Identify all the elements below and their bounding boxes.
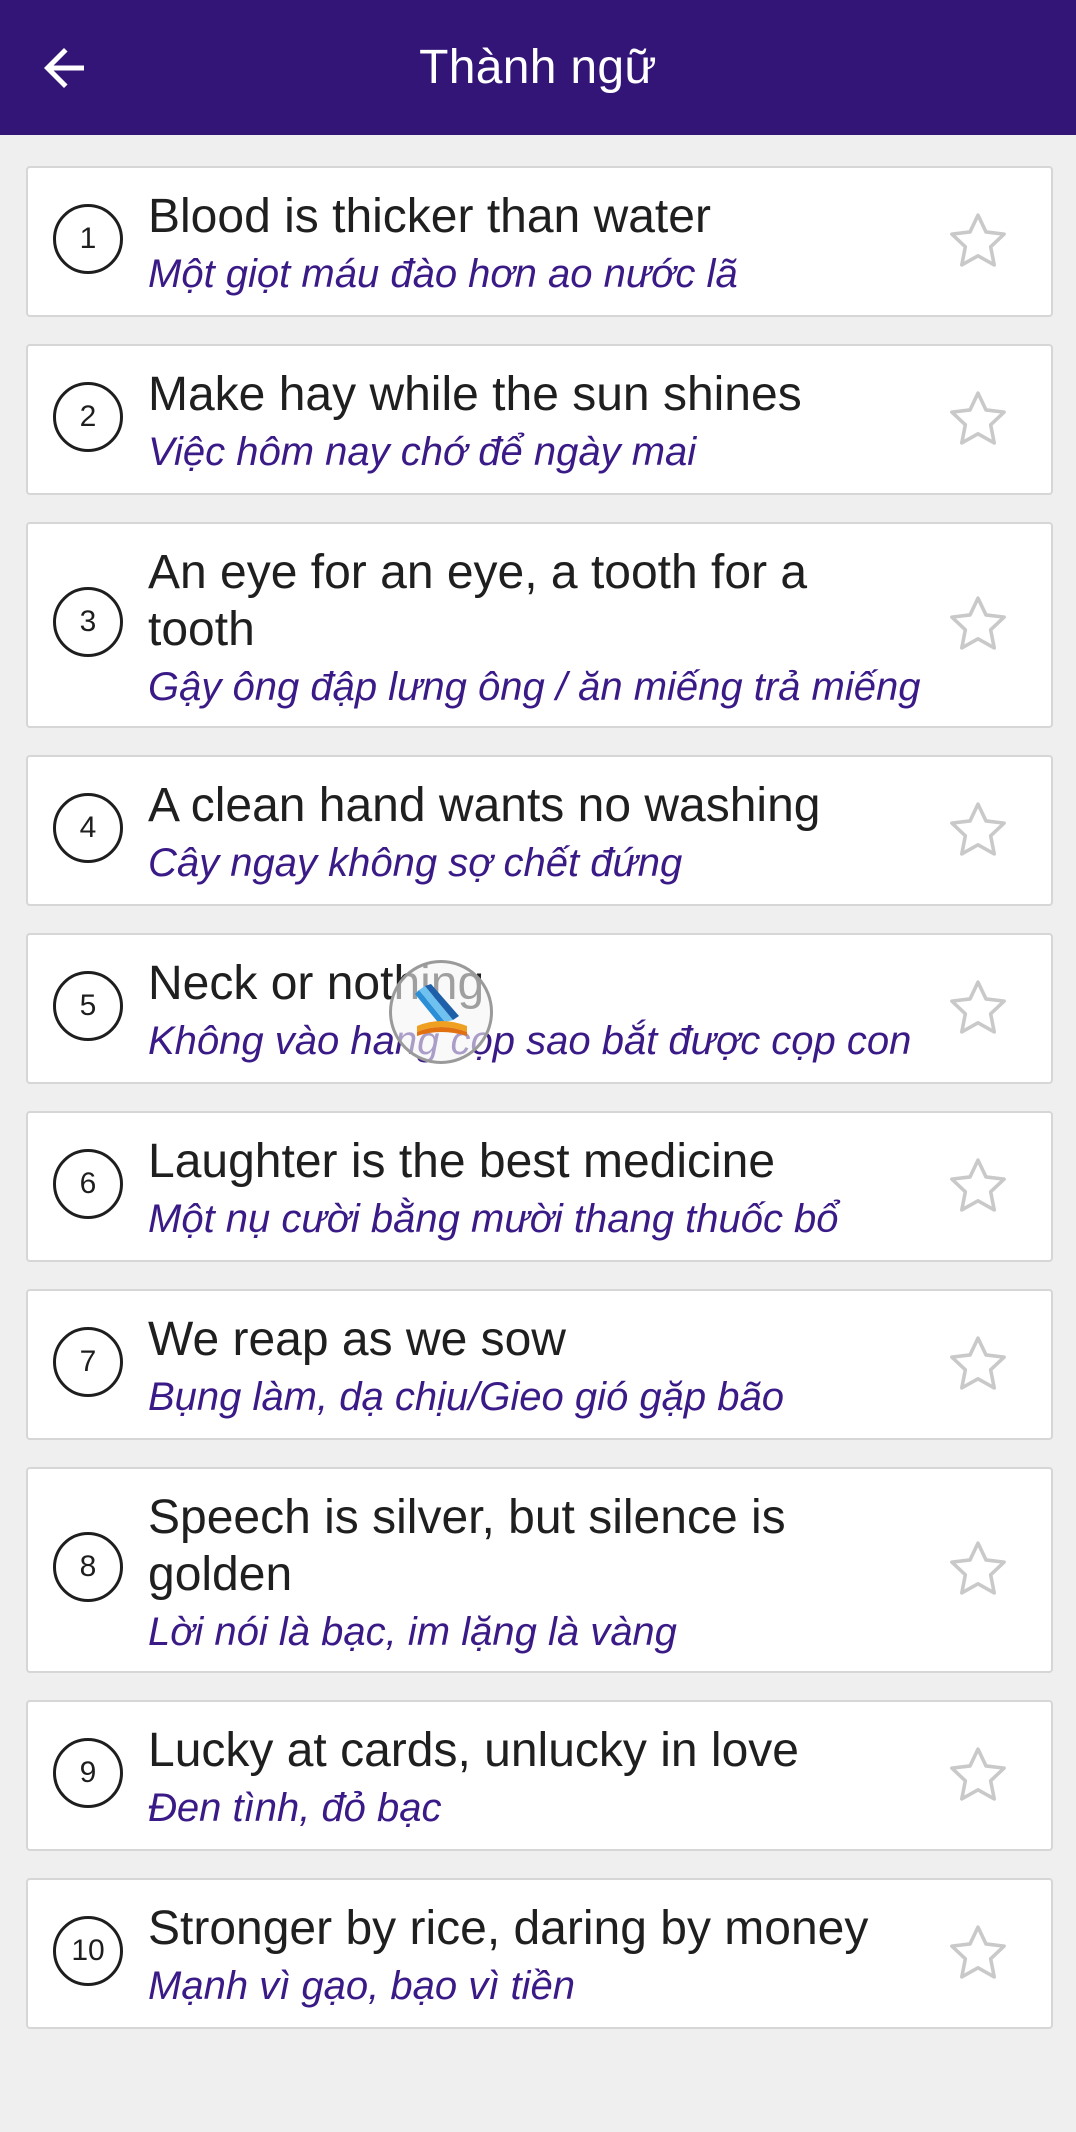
item-number-badge: 6: [53, 1148, 123, 1219]
favorite-star-icon[interactable]: [945, 1920, 1011, 1986]
idiom-vietnamese: Không vào hang cọp sao bắt được cọp con: [148, 1019, 912, 1063]
idiom-vietnamese: Cây ngay không sợ chết đứng: [148, 841, 683, 885]
page-title: Thành ngữ: [419, 41, 657, 94]
idiom-english: An eye for an eye, a tooth for a tooth: [148, 546, 808, 656]
item-number-badge: 9: [53, 1737, 123, 1808]
idiom-english: Speech is silver, but silence is golden: [148, 1491, 786, 1601]
idiom-english: A clean hand wants no washing: [148, 779, 821, 832]
idiom-english: Neck or nothing: [148, 957, 485, 1010]
idiom-vietnamese: Gậy ông đập lưng ông / ăn miếng trả miến…: [148, 665, 921, 709]
idiom-vietnamese: Một giọt máu đào hơn ao nước lã: [148, 252, 738, 296]
item-number-badge: 1: [53, 203, 123, 274]
idiom-card[interactable]: 2 Make hay while the sun shines Việc hôm n…: [26, 344, 1053, 495]
favorite-star-icon[interactable]: [945, 797, 1011, 863]
item-number-badge: 2: [53, 381, 123, 452]
idiom-english: Make hay while the sun shines: [148, 368, 802, 421]
favorite-star-icon[interactable]: [945, 386, 1011, 452]
idiom-vietnamese: Mạnh vì gạo, bạo vì tiền: [148, 1964, 575, 2008]
idiom-vietnamese: Bụng làm, dạ chịu/Gieo gió gặp bão: [148, 1375, 784, 1419]
item-number-badge: 10: [53, 1915, 123, 1986]
idiom-card[interactable]: 10 Stronger by rice, daring by money Mạnh …: [26, 1878, 1053, 2029]
idiom-card[interactable]: 8 Speech is silver, but silence is golden…: [26, 1467, 1053, 1673]
book-logo-icon: [415, 984, 467, 1036]
idiom-card[interactable]: 1 Blood is thicker than water Một giọt máu…: [26, 166, 1053, 317]
idiom-english: Laughter is the best medicine: [148, 1135, 776, 1188]
idiom-card[interactable]: 5 Neck or nothing Không vào hang cọp sao b…: [26, 933, 1053, 1084]
floating-app-button[interactable]: [389, 960, 493, 1064]
item-number-badge: 7: [53, 1326, 123, 1397]
idiom-vietnamese: Lời nói là bạc, im lặng là vàng: [148, 1610, 677, 1654]
item-number-badge: 5: [53, 970, 123, 1041]
back-button[interactable]: [26, 30, 102, 106]
favorite-star-icon[interactable]: [945, 591, 1011, 657]
idiom-card[interactable]: 9 Lucky at cards, unlucky in love Đen tình…: [26, 1700, 1053, 1851]
idiom-english: Stronger by rice, daring by money: [148, 1902, 869, 1955]
idiom-english: We reap as we sow: [148, 1313, 566, 1366]
idiom-card[interactable]: 6 Laughter is the best medicine Một nụ cườ…: [26, 1111, 1053, 1262]
item-number-badge: 8: [53, 1532, 123, 1602]
favorite-star-icon[interactable]: [945, 1536, 1011, 1602]
idiom-english: Blood is thicker than water: [148, 190, 711, 243]
idiom-card[interactable]: 3 An eye for an eye, a tooth for a tooth G…: [26, 522, 1053, 728]
app-bar: Thành ngữ: [0, 0, 1076, 135]
favorite-star-icon[interactable]: [945, 208, 1011, 274]
favorite-star-icon[interactable]: [945, 1153, 1011, 1219]
item-number-badge: 3: [53, 587, 123, 657]
idiom-list: 1 Blood is thicker than water Một giọt máu…: [26, 166, 1053, 2056]
favorite-star-icon[interactable]: [945, 1742, 1011, 1808]
idiom-vietnamese: Một nụ cười bằng mười thang thuốc bổ: [148, 1197, 839, 1241]
item-number-badge: 4: [53, 792, 123, 863]
favorite-star-icon[interactable]: [945, 1331, 1011, 1397]
idiom-card[interactable]: 4 A clean hand wants no washing Cây ngay k…: [26, 755, 1053, 906]
idiom-vietnamese: Việc hôm nay chớ để ngày mai: [148, 430, 697, 474]
favorite-star-icon[interactable]: [945, 975, 1011, 1041]
arrow-left-icon: [44, 48, 84, 88]
idiom-vietnamese: Đen tình, đỏ bạc: [148, 1786, 442, 1830]
idiom-card[interactable]: 7 We reap as we sow Bụng làm, dạ chịu/Gieo…: [26, 1289, 1053, 1440]
idiom-english: Lucky at cards, unlucky in love: [148, 1724, 799, 1777]
